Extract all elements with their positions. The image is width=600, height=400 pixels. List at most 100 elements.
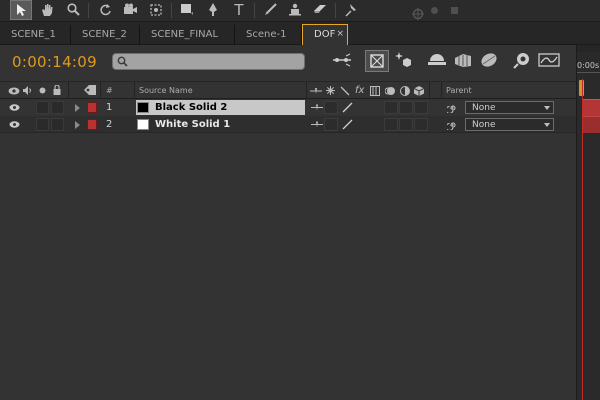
layer-duration-bar[interactable] [583, 99, 600, 116]
current-time-indicator-line [582, 79, 583, 400]
layer-name: Black Solid 2 [155, 102, 228, 113]
type-tool-icon[interactable]: T [228, 0, 250, 20]
brush-tool-icon[interactable] [259, 0, 281, 20]
expand-arrow-icon[interactable] [75, 121, 80, 129]
brainstorm-icon[interactable] [477, 50, 501, 72]
expand-arrow-icon[interactable] [75, 104, 80, 112]
adjustment-switch[interactable] [399, 118, 413, 131]
view-axis-icon[interactable] [451, 7, 458, 14]
tab-scene-1[interactable]: SCENE_1 [0, 25, 71, 45]
solo-switch[interactable] [36, 101, 49, 114]
current-time-display[interactable]: 0:00:14:09 [12, 53, 97, 71]
shy-switch[interactable] [310, 118, 324, 131]
collapse-header-icon[interactable] [326, 82, 335, 99]
layer-label-color[interactable] [87, 102, 97, 113]
tab-scene-1-alt[interactable]: Scene-1 [235, 25, 302, 45]
tab-scene-2[interactable]: SCENE_2 [71, 25, 140, 45]
pen-tool-icon[interactable] [202, 0, 224, 20]
search-icon [117, 56, 128, 67]
frame-blending-icon[interactable] [425, 50, 449, 72]
source-name-header[interactable]: Source Name [139, 82, 193, 99]
pin-tool-icon[interactable] [341, 0, 363, 20]
layer-source-name[interactable]: White Solid 1 [136, 117, 305, 132]
eraser-tool-icon[interactable] [309, 0, 331, 20]
tab-label: SCENE_FINAL [151, 29, 219, 40]
shy-switch-header-icon[interactable] [310, 82, 322, 99]
visibility-eye-icon[interactable] [9, 104, 20, 111]
visibility-eye-icon[interactable] [9, 121, 20, 128]
parent-dropdown[interactable]: None [465, 101, 554, 114]
solo-header-icon[interactable] [39, 82, 46, 99]
lock-switch[interactable] [51, 101, 64, 114]
parent-dropdown[interactable]: None [465, 118, 554, 131]
solid-swatch [137, 102, 149, 113]
graph-editor-icon[interactable] [537, 50, 561, 72]
tab-dof[interactable]: DOF × [302, 24, 348, 45]
3d-switch[interactable] [414, 118, 428, 131]
camera-tool-icon[interactable] [119, 0, 141, 20]
parent-value: None [472, 120, 496, 130]
auto-keyframe-icon[interactable] [510, 50, 534, 72]
zoom-tool-icon[interactable] [62, 0, 84, 20]
lock-switch[interactable] [51, 118, 64, 131]
tab-label: SCENE_2 [82, 29, 127, 40]
frame-blend-header-icon[interactable] [370, 82, 380, 99]
tab-scene-final[interactable]: SCENE_FINAL [140, 25, 235, 45]
composition-mini-flowchart-icon[interactable] [330, 50, 354, 72]
quality-switch[interactable] [340, 101, 354, 114]
draft-3d-icon[interactable] [365, 50, 389, 72]
layer-number: 1 [106, 102, 113, 113]
layer-column-header: # Source Name fx Parent [0, 81, 576, 99]
collapse-switch[interactable] [324, 101, 338, 114]
layer-number-header[interactable]: # [106, 82, 113, 99]
motion-blur-icon[interactable] [451, 50, 475, 72]
shy-layers-icon[interactable] [391, 50, 415, 72]
lock-header-icon[interactable] [53, 82, 61, 99]
solo-switch[interactable] [36, 118, 49, 131]
quality-switch[interactable] [340, 118, 354, 131]
selection-tool-icon[interactable] [10, 0, 32, 20]
timeline-layer-panel: 0:00:14:09 # Source Name fx Parent 1 Bla… [0, 45, 576, 400]
timeline-graph-area[interactable]: 0:00s [576, 45, 600, 400]
layer-label-color[interactable] [87, 119, 97, 130]
collapse-switch[interactable] [324, 118, 338, 131]
layer-name: White Solid 1 [155, 119, 231, 130]
audio-header-icon[interactable] [22, 82, 32, 99]
video-switch-header-icon[interactable] [8, 82, 20, 99]
chevron-down-icon [544, 106, 550, 110]
time-ruler-label: 0:00s [577, 61, 600, 70]
pick-whip-icon[interactable] [445, 101, 457, 117]
motion-blur-switch[interactable] [384, 101, 398, 114]
quality-header-icon[interactable] [340, 82, 350, 99]
rectangle-tool-icon[interactable] [176, 0, 198, 20]
time-ruler[interactable] [577, 72, 600, 73]
tools-panel: T [0, 0, 600, 22]
adjustment-layer-header-icon[interactable] [400, 82, 410, 99]
parent-header[interactable]: Parent [446, 82, 472, 99]
layer-search-input[interactable] [112, 53, 305, 70]
label-header-icon[interactable] [84, 82, 96, 99]
layer-row[interactable]: 2 White Solid 1 None [0, 116, 576, 133]
pan-behind-tool-icon[interactable] [145, 0, 167, 20]
close-icon[interactable]: × [336, 25, 344, 44]
motion-blur-switch[interactable] [384, 118, 398, 131]
chevron-down-icon [544, 123, 550, 127]
composition-tabs: SCENE_1 SCENE_2 SCENE_FINAL Scene-1 DOF × [0, 22, 600, 45]
3d-switch[interactable] [414, 101, 428, 114]
puppet-pin-tool-icon[interactable] [284, 0, 306, 20]
3d-layer-header-icon[interactable] [413, 82, 425, 99]
adjustment-switch[interactable] [399, 101, 413, 114]
layer-row[interactable]: 1 Black Solid 2 None [0, 99, 576, 116]
tab-label: Scene-1 [246, 29, 287, 40]
effects-header[interactable]: fx [355, 82, 364, 99]
world-axis-icon[interactable] [431, 7, 438, 14]
pick-whip-icon[interactable] [445, 118, 457, 134]
work-area-bar[interactable] [577, 45, 600, 52]
shy-switch[interactable] [310, 101, 324, 114]
hand-tool-icon[interactable] [36, 0, 58, 20]
motion-blur-header-icon[interactable] [384, 82, 396, 99]
layer-duration-bar[interactable] [583, 116, 600, 133]
tab-label: SCENE_1 [11, 29, 56, 40]
rotation-tool-icon[interactable] [94, 0, 116, 20]
layer-source-name[interactable]: Black Solid 2 [136, 100, 305, 115]
